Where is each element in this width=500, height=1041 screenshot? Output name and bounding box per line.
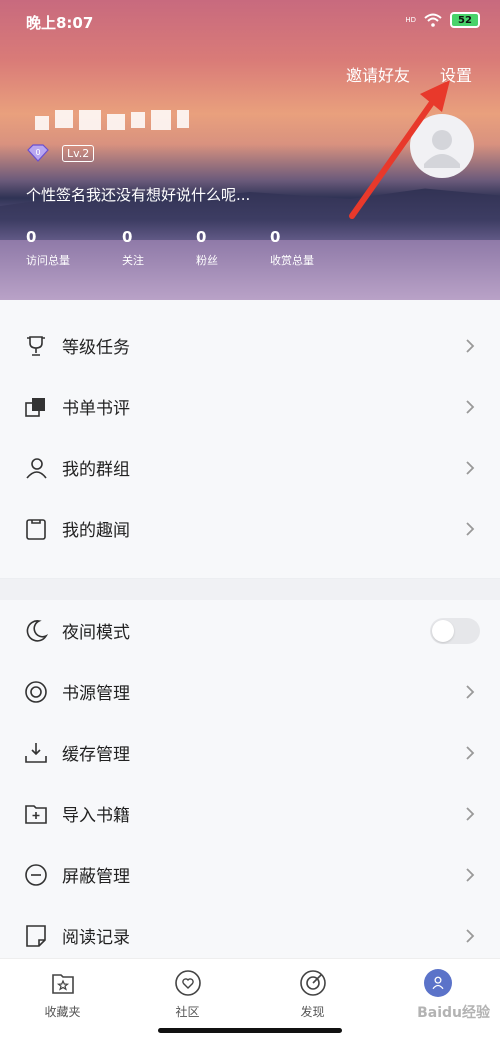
menu-cache[interactable]: 缓存管理	[0, 722, 500, 783]
chevron-right-icon	[466, 745, 475, 760]
night-mode-toggle[interactable]	[430, 617, 480, 644]
menu-my-groups[interactable]: 我的群组	[0, 437, 500, 498]
stat-rewards-value: 0	[270, 228, 281, 246]
stat-following-value: 0	[122, 228, 133, 246]
stat-following[interactable]: 0 关注	[122, 228, 170, 268]
menu-group-settings: 夜间模式 书源管理 缓存管理 导入书籍 屏蔽管理 阅读记录	[0, 600, 500, 960]
menu-label: 书单书评	[62, 399, 130, 419]
level-badge: Lv.2	[62, 144, 95, 162]
record-icon	[24, 924, 48, 948]
stat-followers[interactable]: 0 粉丝	[196, 228, 244, 268]
status-time: 晚上8:07	[26, 14, 94, 32]
nav-bookshelf[interactable]: 收藏夹	[0, 959, 125, 1041]
stat-visits-label: 访问总量	[26, 254, 70, 267]
chevron-right-icon	[466, 806, 475, 821]
booklist-icon	[24, 395, 48, 419]
group-icon	[24, 456, 48, 480]
menu-label: 书源管理	[62, 684, 130, 704]
home-indicator	[158, 1028, 342, 1033]
battery-icon: 52	[450, 12, 480, 28]
chevron-right-icon	[466, 867, 475, 882]
vip-diamond-icon: 0	[27, 144, 49, 162]
chevron-right-icon	[466, 521, 475, 536]
menu-label: 导入书籍	[62, 806, 130, 826]
network-type: HD	[405, 16, 416, 24]
chevron-right-icon	[466, 399, 475, 414]
stat-followers-label: 粉丝	[196, 254, 218, 267]
menu-book-sources[interactable]: 书源管理	[0, 661, 500, 722]
menu-label: 我的群组	[62, 460, 130, 480]
menu-label: 缓存管理	[62, 745, 130, 765]
menu-label: 我的趣闻	[62, 521, 130, 541]
profile-icon	[423, 969, 452, 997]
menu-label: 屏蔽管理	[62, 867, 130, 887]
bookshelf-icon	[51, 974, 74, 994]
user-signature[interactable]: 个性签名我还没有想好说什么呢...	[26, 184, 250, 205]
stat-visits-value: 0	[26, 228, 37, 246]
status-icons: HD 52	[405, 12, 480, 28]
download-icon	[24, 741, 48, 765]
status-bar: 晚上8:07 HD 52	[0, 0, 500, 44]
nav-label: 社区	[175, 1005, 200, 1019]
annotation-arrow-icon	[349, 80, 450, 219]
watermark: Baidu经验	[417, 1005, 490, 1021]
discover-icon	[299, 970, 326, 996]
user-badges: 0 Lv.2	[26, 144, 95, 162]
menu-night-mode[interactable]: 夜间模式	[0, 600, 500, 661]
menu-my-stories[interactable]: 我的趣闻	[0, 498, 500, 559]
source-icon	[24, 680, 48, 704]
menu-reading-history[interactable]: 阅读记录	[0, 905, 500, 966]
chevron-right-icon	[466, 338, 475, 353]
community-icon	[174, 970, 201, 996]
nav-profile[interactable]	[375, 959, 500, 1041]
stat-following-label: 关注	[122, 254, 144, 267]
stat-visits[interactable]: 0 访问总量	[26, 228, 96, 268]
chevron-right-icon	[466, 460, 475, 475]
chevron-right-icon	[466, 928, 475, 943]
section-divider	[0, 578, 500, 600]
username-blurred	[35, 110, 189, 130]
stat-rewards-label: 收赏总量	[270, 254, 314, 267]
menu-booklist[interactable]: 书单书评	[0, 376, 500, 437]
nav-label: 发现	[300, 1005, 325, 1019]
block-icon	[24, 863, 48, 887]
menu-group-social: 等级任务 书单书评 我的群组 我的趣闻	[0, 300, 500, 578]
menu-label: 等级任务	[62, 338, 130, 358]
stat-rewards[interactable]: 0 收赏总量	[270, 228, 330, 268]
user-stats: 0 访问总量 0 关注 0 粉丝 0 收赏总量	[26, 228, 356, 268]
chevron-right-icon	[466, 684, 475, 699]
menu-level-tasks[interactable]: 等级任务	[0, 315, 500, 376]
nav-label: 收藏夹	[44, 1005, 81, 1019]
import-folder-icon	[24, 802, 48, 826]
stat-followers-value: 0	[196, 228, 207, 246]
menu-label: 夜间模式	[62, 623, 130, 643]
vip-level: 0	[35, 148, 40, 157]
wifi-icon	[424, 13, 442, 27]
menu-import-books[interactable]: 导入书籍	[0, 783, 500, 844]
clipboard-icon	[24, 517, 48, 541]
menu-label: 阅读记录	[62, 928, 130, 948]
trophy-icon	[24, 334, 48, 358]
menu-block-management[interactable]: 屏蔽管理	[0, 844, 500, 905]
moon-icon	[24, 619, 49, 643]
